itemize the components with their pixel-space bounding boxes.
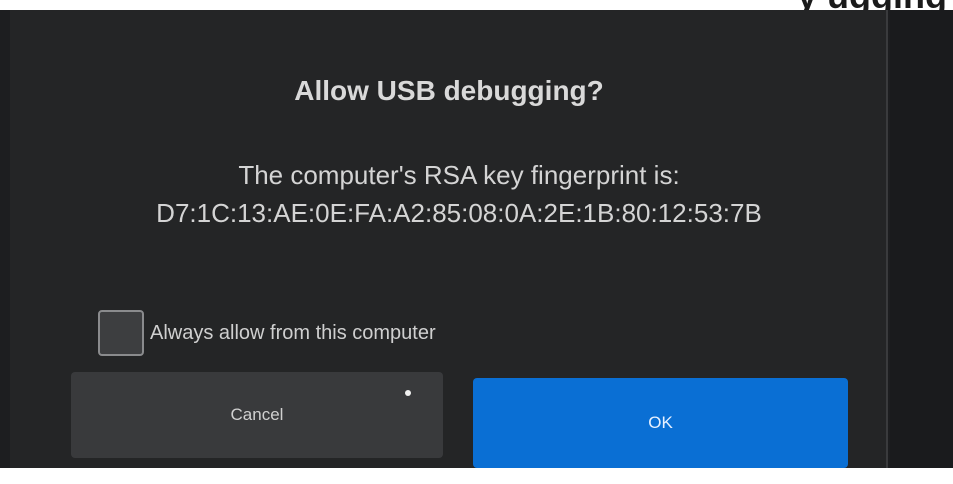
dialog-title: Allow USB debugging? [294,75,604,106]
usb-debugging-dialog: Allow USB debugging? The computer's RSA … [10,10,888,468]
bottom-strip [0,468,953,484]
top-caption-strip: y ugging [0,0,953,10]
touch-indicator [405,390,411,396]
always-allow-checkbox[interactable] [98,310,144,356]
top-caption-text: y ugging [797,0,947,10]
background-panel-right [890,10,953,468]
cancel-button[interactable]: Cancel [71,372,443,458]
rsa-fingerprint: D7:1C:13:AE:0E:FA:A2:85:08:0A:2E:1B:80:1… [156,198,762,228]
screen: y ugging Allow USB debugging? The comput… [0,0,953,484]
message-line: The computer's RSA key fingerprint is: [238,160,680,190]
always-allow-checkbox-row[interactable]: Always allow from this computer [98,306,436,360]
always-allow-label[interactable]: Always allow from this computer [150,322,436,345]
ok-button[interactable]: OK [473,378,848,468]
dialog-message: The computer's RSA key fingerprint is: D… [10,156,908,232]
